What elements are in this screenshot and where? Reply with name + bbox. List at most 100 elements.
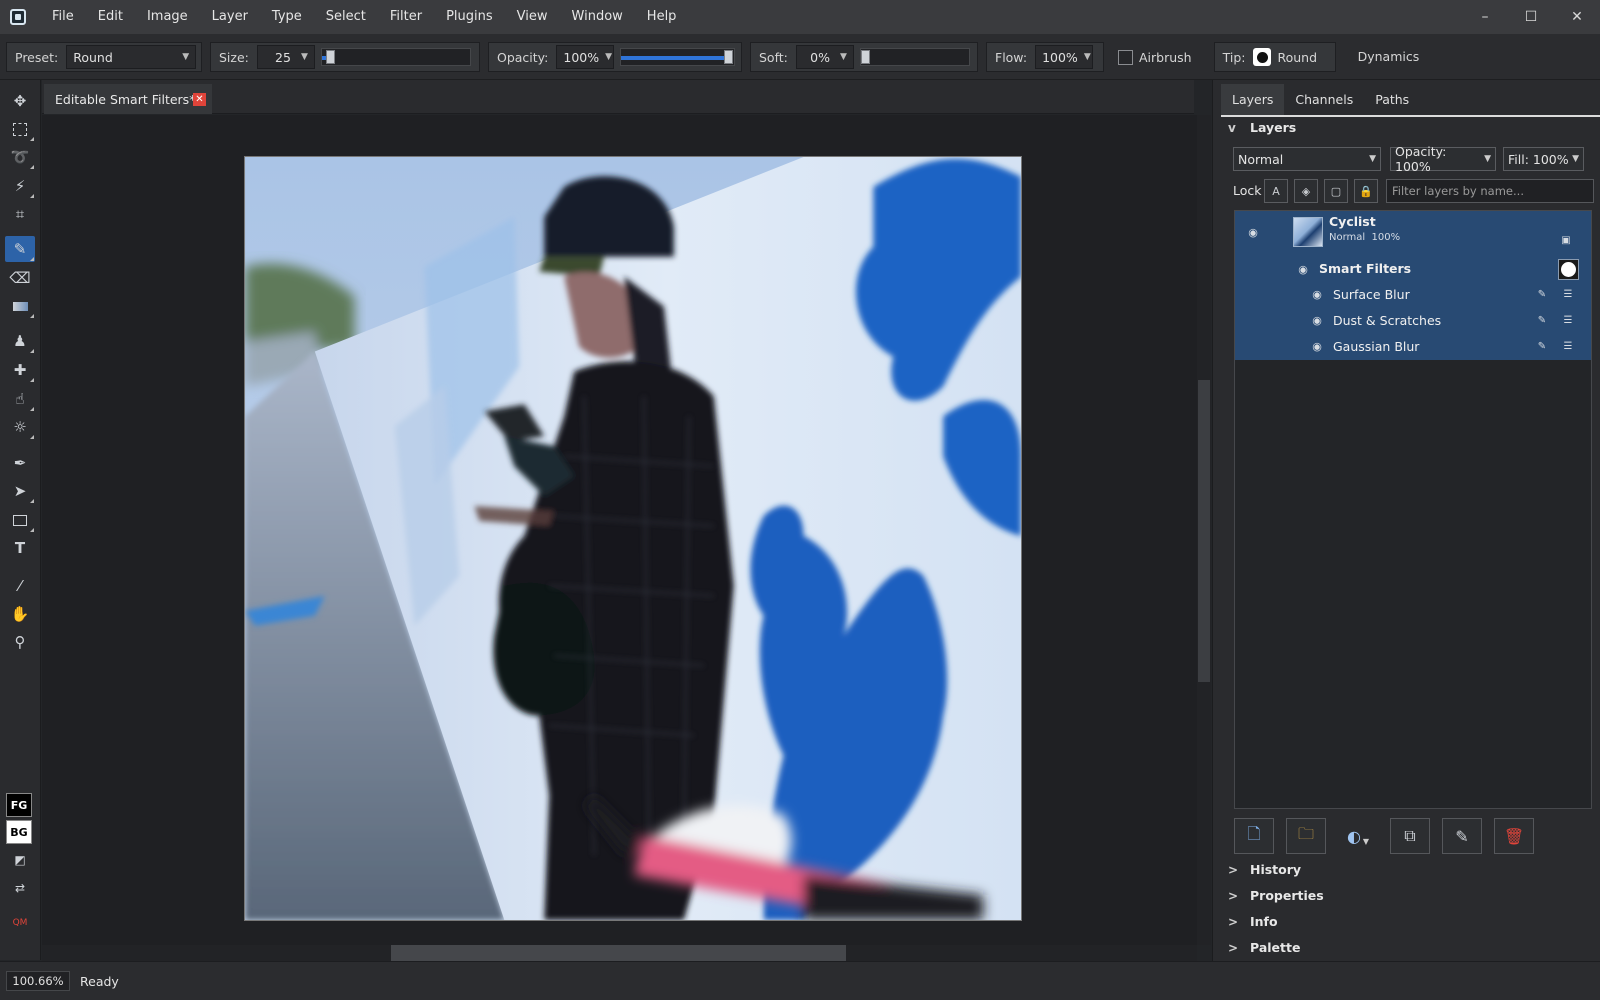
- lock-all-icon[interactable]: 🔒: [1354, 179, 1378, 203]
- size-select[interactable]: 25 ▼: [256, 45, 315, 69]
- visibility-eye-icon[interactable]: ◉: [1296, 264, 1310, 275]
- opacity-select[interactable]: 100% ▼: [556, 45, 615, 69]
- close-tab-icon[interactable]: ✕: [193, 93, 206, 106]
- eyedropper-tool-icon[interactable]: ⁄: [5, 573, 35, 599]
- soft-select[interactable]: 0% ▼: [795, 45, 854, 69]
- brush-tip-icon[interactable]: [1253, 48, 1272, 66]
- horizontal-scroll-thumb[interactable]: [391, 945, 846, 961]
- layer-fill-select[interactable]: Fill: 100% ▼: [1503, 147, 1584, 171]
- close-window-button[interactable]: ✕: [1554, 0, 1600, 34]
- minimize-button[interactable]: –: [1462, 0, 1508, 34]
- lock-position-icon[interactable]: ▢: [1324, 179, 1348, 203]
- vertical-scrollbar[interactable]: [1197, 115, 1211, 945]
- menu-type[interactable]: Type: [260, 0, 314, 34]
- history-section-header[interactable]: > History: [1228, 857, 1600, 882]
- layers-list[interactable]: ◉ Cyclist Normal 100% ▣ ◉ Smart Filters …: [1234, 210, 1592, 809]
- shape-tool-icon[interactable]: [5, 507, 35, 533]
- canvas-area[interactable]: [42, 115, 1197, 945]
- edit-pencil-icon[interactable]: ✎: [1535, 314, 1549, 328]
- delete-layer-icon[interactable]: 🗑: [1494, 818, 1534, 854]
- flow-select[interactable]: 100% ▼: [1035, 45, 1094, 69]
- document-tab[interactable]: Editable Smart Filters* ✕: [44, 84, 212, 114]
- filter-layers-input[interactable]: [1386, 179, 1594, 203]
- crop-tool-icon[interactable]: ⌗: [5, 201, 35, 227]
- dynamics-button[interactable]: Dynamics: [1350, 42, 1428, 72]
- brush-tool-icon[interactable]: ✎: [5, 236, 35, 262]
- menu-select[interactable]: Select: [314, 0, 378, 34]
- new-group-icon[interactable]: 🗀: [1286, 818, 1326, 854]
- menu-layer[interactable]: Layer: [200, 0, 260, 34]
- filter-row-dust-scratches[interactable]: ◉ Dust & Scratches ✎ ☰: [1235, 308, 1591, 334]
- hand-tool-icon[interactable]: ✋: [5, 601, 35, 627]
- swap-colors-icon[interactable]: ⇄: [5, 875, 35, 901]
- edit-pencil-icon[interactable]: ✎: [1535, 288, 1549, 302]
- maximize-button[interactable]: ☐: [1508, 0, 1554, 34]
- filter-mask-thumbnail[interactable]: [1558, 259, 1579, 280]
- move-tool-icon[interactable]: ✥: [5, 88, 35, 114]
- filter-row-surface-blur[interactable]: ◉ Surface Blur ✎ ☰: [1235, 282, 1591, 308]
- airbrush-checkbox[interactable]: [1118, 49, 1133, 65]
- menu-file[interactable]: File: [40, 0, 86, 34]
- edit-layer-icon[interactable]: ✎: [1442, 818, 1482, 854]
- menu-view[interactable]: View: [505, 0, 560, 34]
- menu-plugins[interactable]: Plugins: [434, 0, 505, 34]
- zoom-level-field[interactable]: 100.66%: [6, 971, 70, 991]
- background-color-swatch[interactable]: BG: [6, 820, 32, 844]
- smart-filters-row[interactable]: ◉ Smart Filters: [1235, 257, 1591, 282]
- opacity-slider[interactable]: [620, 48, 735, 66]
- palette-section-header[interactable]: > Palette: [1228, 935, 1600, 960]
- marquee-tool-icon[interactable]: [5, 116, 35, 142]
- document-image[interactable]: [244, 156, 1022, 921]
- vertical-scroll-thumb[interactable]: [1198, 380, 1210, 682]
- layer-opacity-select[interactable]: Opacity: 100% ▼: [1390, 144, 1496, 174]
- smudge-tool-icon[interactable]: ☝: [5, 386, 35, 412]
- path-select-tool-icon[interactable]: ➤: [5, 478, 35, 504]
- pen-tool-icon[interactable]: ✒: [5, 450, 35, 476]
- menu-edit[interactable]: Edit: [86, 0, 135, 34]
- layer-name[interactable]: Cyclist: [1329, 214, 1376, 229]
- horizontal-scrollbar[interactable]: [42, 945, 1197, 961]
- menu-filter[interactable]: Filter: [378, 0, 434, 34]
- layer-row-cyclist[interactable]: ◉ Cyclist Normal 100% ▣: [1235, 211, 1591, 257]
- visibility-eye-icon[interactable]: ◉: [1246, 227, 1260, 238]
- magic-wand-tool-icon[interactable]: ⚡: [5, 173, 35, 199]
- blending-options-icon[interactable]: ☰: [1561, 288, 1575, 302]
- eraser-tool-icon[interactable]: ⌫: [5, 265, 35, 291]
- properties-section-header[interactable]: > Properties: [1228, 883, 1600, 908]
- quick-mask-button[interactable]: QM: [5, 910, 35, 936]
- size-slider-knob[interactable]: [326, 50, 335, 64]
- lock-transparency-icon[interactable]: A: [1264, 179, 1288, 203]
- preset-select[interactable]: Round ▼: [66, 45, 197, 69]
- menu-image[interactable]: Image: [135, 0, 200, 34]
- info-section-header[interactable]: > Info: [1228, 909, 1600, 934]
- type-tool-icon[interactable]: T: [5, 535, 35, 561]
- tab-channels[interactable]: Channels: [1284, 84, 1364, 115]
- soft-slider[interactable]: [859, 48, 970, 66]
- lasso-tool-icon[interactable]: ➰: [5, 144, 35, 170]
- adjustment-layer-icon[interactable]: ◐ ▼: [1338, 818, 1378, 854]
- dodge-tool-icon[interactable]: ☼: [5, 414, 35, 440]
- menu-window[interactable]: Window: [560, 0, 635, 34]
- size-slider[interactable]: [320, 48, 471, 66]
- healing-tool-icon[interactable]: ✚: [5, 357, 35, 383]
- visibility-eye-icon[interactable]: ◉: [1310, 341, 1324, 352]
- default-colors-icon[interactable]: ◩: [5, 847, 35, 873]
- tab-layers[interactable]: Layers: [1221, 84, 1285, 115]
- lock-paint-icon[interactable]: ◈: [1294, 179, 1318, 203]
- new-layer-icon[interactable]: 🗋: [1234, 818, 1274, 854]
- soft-slider-knob[interactable]: [860, 50, 870, 64]
- opacity-slider-knob[interactable]: [724, 50, 734, 64]
- gradient-tool-icon[interactable]: [5, 293, 35, 319]
- edit-pencil-icon[interactable]: ✎: [1535, 340, 1549, 354]
- airbrush-toggle[interactable]: Airbrush: [1118, 42, 1192, 72]
- blending-options-icon[interactable]: ☰: [1561, 340, 1575, 354]
- visibility-eye-icon[interactable]: ◉: [1310, 289, 1324, 300]
- blend-mode-select[interactable]: Normal ▼: [1233, 147, 1381, 171]
- layers-section-header[interactable]: v Layers: [1228, 115, 1600, 140]
- filter-row-gaussian-blur[interactable]: ◉ Gaussian Blur ✎ ☰: [1235, 334, 1591, 360]
- foreground-color-swatch[interactable]: FG: [6, 793, 32, 817]
- blending-options-icon[interactable]: ☰: [1561, 314, 1575, 328]
- zoom-tool-icon[interactable]: ⚲: [5, 629, 35, 655]
- visibility-eye-icon[interactable]: ◉: [1310, 315, 1324, 326]
- clone-stamp-tool-icon[interactable]: ♟: [5, 328, 35, 354]
